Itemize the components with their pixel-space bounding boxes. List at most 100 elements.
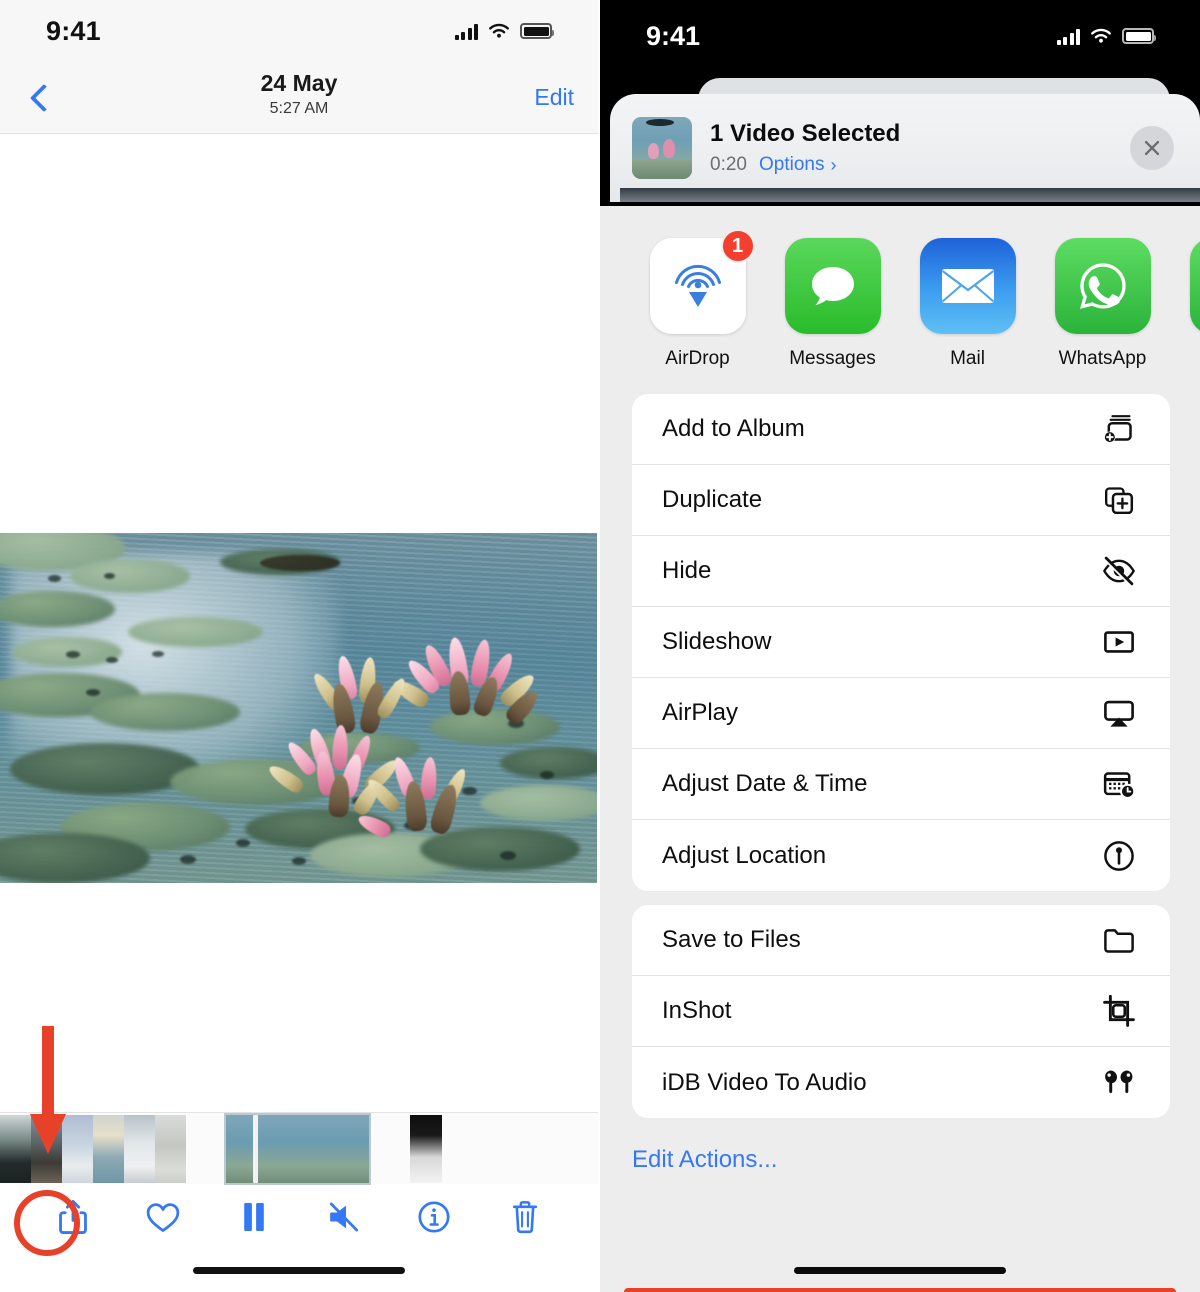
photo-time: 5:27 AM xyxy=(269,99,329,117)
action-add-to-album[interactable]: Add to Album xyxy=(632,394,1170,465)
cellular-bars-icon xyxy=(1056,28,1080,45)
calendar-clock-icon xyxy=(1100,765,1138,803)
filmstrip-selected-video[interactable] xyxy=(224,1112,371,1185)
wifi-icon xyxy=(1091,28,1111,43)
photo-title-block: 24 May 5:27 AM xyxy=(0,69,598,120)
edit-actions-button[interactable]: Edit Actions... xyxy=(600,1118,1200,1174)
photo-date: 24 May xyxy=(260,70,338,96)
share-icon xyxy=(59,1199,88,1234)
eye-slash-icon xyxy=(1100,552,1138,590)
share-app-wa[interactable]: WA xyxy=(1170,238,1200,370)
share-sheet-header: 1 Video Selected 0:20 Options › xyxy=(610,94,1200,202)
cellular-bars-icon xyxy=(454,23,478,40)
trash-icon xyxy=(512,1201,537,1234)
status-icons xyxy=(454,22,554,40)
left-nav-bar: 24 May 5:27 AM Edit xyxy=(0,62,598,134)
action-slideshow[interactable]: Slideshow xyxy=(632,607,1170,678)
close-icon xyxy=(1144,140,1160,156)
filmstrip-thumb[interactable] xyxy=(62,1114,93,1183)
wifi-icon xyxy=(489,23,509,38)
status-icons xyxy=(1056,27,1156,45)
water-lily-flower-right xyxy=(355,754,478,849)
action-airplay[interactable]: AirPlay xyxy=(632,678,1170,749)
favorite-button[interactable] xyxy=(137,1191,189,1243)
share-apps-row[interactable]: 1 AirDrop Messages Mail WhatsApp xyxy=(600,220,1200,380)
airplay-icon xyxy=(1100,694,1138,732)
close-button[interactable] xyxy=(1130,126,1174,170)
share-app-label: Mail xyxy=(950,348,985,369)
share-button[interactable] xyxy=(47,1191,99,1243)
left-status-bar: 9:41 xyxy=(0,0,598,62)
actions-card-2: Save to Files InShot iDB Video To Audio xyxy=(632,905,1170,1118)
action-adjust-date-time[interactable]: Adjust Date & Time xyxy=(632,749,1170,820)
share-app-mail[interactable]: Mail xyxy=(900,238,1035,370)
info-circle-icon xyxy=(418,1201,450,1233)
pause-icon xyxy=(244,1203,264,1231)
action-inshot[interactable]: InShot xyxy=(632,976,1170,1047)
right-phone-share-sheet: 9:41 1 Video Selected 0:20 Options › 1 A… xyxy=(600,0,1200,1292)
action-label: Add to Album xyxy=(662,415,805,442)
mail-icon xyxy=(919,238,1016,334)
action-idb-video-to-audio[interactable]: iDB Video To Audio xyxy=(632,1047,1170,1118)
battery-icon xyxy=(1122,28,1156,44)
share-app-label: Messages xyxy=(789,348,876,369)
actions-card-1: Add to Album Duplicate Hide Slideshow Ai… xyxy=(632,394,1170,891)
action-hide[interactable]: Hide xyxy=(632,536,1170,607)
filmstrip-thumbnails[interactable] xyxy=(0,1114,186,1183)
info-button[interactable] xyxy=(408,1191,460,1243)
options-button[interactable]: Options xyxy=(759,154,824,176)
dual-screenshot-comparison: 9:41 24 May 5:27 AM Edit 9:41 1 Video Se… xyxy=(0,0,1200,1292)
filmstrip-thumb[interactable] xyxy=(410,1114,442,1183)
whatsapp-icon xyxy=(1054,238,1151,334)
airdrop-icon: 1 xyxy=(649,229,755,334)
video-duration: 0:20 xyxy=(710,154,747,175)
action-adjust-location[interactable]: Adjust Location xyxy=(632,820,1170,891)
share-app-messages[interactable]: Messages xyxy=(765,238,900,370)
video-thumbnail xyxy=(632,117,692,179)
action-save-to-files[interactable]: Save to Files xyxy=(632,905,1170,976)
status-time: 9:41 xyxy=(46,15,101,46)
chevron-left-icon[interactable] xyxy=(24,81,58,115)
idb-action-highlight-box xyxy=(624,1288,1176,1292)
filmstrip-playhead[interactable] xyxy=(253,1114,258,1183)
share-sheet-header-text: 1 Video Selected 0:20 Options › xyxy=(710,120,1130,176)
action-label: Hide xyxy=(662,557,712,584)
location-pin-circle-icon xyxy=(1100,837,1138,875)
home-indicator xyxy=(794,1267,1006,1274)
photo-filmstrip[interactable] xyxy=(0,1112,598,1185)
share-app-airdrop[interactable]: 1 AirDrop xyxy=(630,229,765,370)
share-app-whatsapp[interactable]: WhatsApp xyxy=(1035,238,1170,370)
mute-button[interactable] xyxy=(318,1191,370,1243)
messages-icon xyxy=(784,238,881,334)
action-label: iDB Video To Audio xyxy=(662,1068,867,1096)
delete-button[interactable] xyxy=(499,1191,551,1243)
chevron-right-icon[interactable]: › xyxy=(830,155,836,176)
inshot-crop-icon xyxy=(1100,992,1138,1030)
filmstrip-thumb[interactable] xyxy=(31,1114,62,1183)
share-app-label: WhatsApp xyxy=(1058,348,1147,369)
add-to-album-icon xyxy=(1100,410,1138,448)
action-label: Adjust Date & Time xyxy=(662,770,868,797)
edit-button[interactable]: Edit xyxy=(534,84,574,111)
selection-subtitle: 0:20 Options › xyxy=(710,154,1130,176)
water-lily-open-flower xyxy=(265,724,402,823)
action-duplicate[interactable]: Duplicate xyxy=(632,465,1170,536)
pause-button[interactable] xyxy=(228,1191,280,1243)
share-sheet-header-stack: 1 Video Selected 0:20 Options › xyxy=(600,72,1200,206)
filmstrip-thumb[interactable] xyxy=(124,1114,155,1183)
home-indicator xyxy=(193,1267,405,1274)
heart-icon xyxy=(147,1202,180,1232)
duplicate-icon xyxy=(1100,481,1138,519)
left-phone-photos-app: 9:41 24 May 5:27 AM Edit xyxy=(0,0,600,1292)
airdrop-badge: 1 xyxy=(720,229,755,263)
filmstrip-thumb[interactable] xyxy=(0,1114,31,1183)
folder-icon xyxy=(1100,921,1138,959)
filmstrip-thumb[interactable] xyxy=(155,1114,186,1183)
photo-canvas xyxy=(0,134,598,1292)
status-time: 9:41 xyxy=(646,20,701,51)
action-label: Slideshow xyxy=(662,628,772,655)
slideshow-play-icon xyxy=(1100,623,1138,661)
lily-pond-video-frame[interactable] xyxy=(0,533,597,883)
filmstrip-thumb[interactable] xyxy=(93,1114,124,1183)
action-label: AirPlay xyxy=(662,699,739,726)
